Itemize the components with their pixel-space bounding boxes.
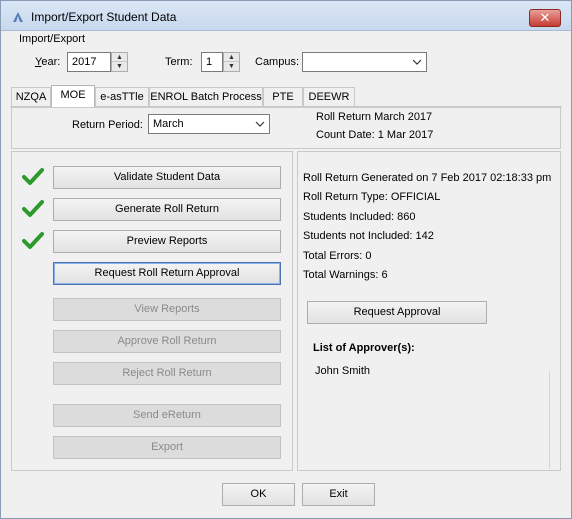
request-approval-button[interactable]: Request Approval (307, 301, 487, 324)
year-label: Year: (35, 56, 61, 68)
spin-up-icon[interactable]: ▲ (224, 53, 239, 62)
ok-button[interactable]: OK (222, 483, 295, 506)
approver-item: John Smith (315, 365, 371, 377)
return-period-label: Return Period: (72, 119, 143, 131)
spin-up-icon[interactable]: ▲ (112, 53, 127, 62)
window-title: Import/Export Student Data (31, 10, 177, 24)
year-input[interactable]: 2017 (67, 52, 111, 72)
tab-deewr[interactable]: DEEWR (303, 87, 355, 106)
validate-student-data-button[interactable]: Validate Student Data (53, 166, 281, 189)
campus-select[interactable] (302, 52, 427, 72)
tab-enrol-batch-process[interactable]: ENROL Batch Process (149, 87, 263, 106)
preview-reports-button[interactable]: Preview Reports (53, 230, 281, 253)
tab-moe[interactable]: MOE (51, 85, 95, 107)
roll-return-type: Roll Return Type: OFFICIAL (303, 191, 441, 203)
spin-down-icon[interactable]: ▼ (112, 62, 127, 71)
checkmark-icon (22, 200, 44, 217)
spin-down-icon[interactable]: ▼ (224, 62, 239, 71)
exit-button[interactable]: Exit (302, 483, 375, 506)
approvers-heading: List of Approver(s): (313, 342, 415, 354)
term-label-text: Term: (165, 56, 193, 68)
return-period-value: March (153, 118, 184, 130)
reject-roll-return-button[interactable]: Reject Roll Return (53, 362, 281, 385)
checkmark-icon (22, 168, 44, 185)
export-button[interactable]: Export (53, 436, 281, 459)
campus-label: Campus: (255, 56, 300, 68)
chevron-down-icon (255, 121, 265, 127)
tab-e-asttle[interactable]: e-asTTle (95, 87, 149, 106)
checkmark-icon (22, 232, 44, 249)
generate-roll-return-button[interactable]: Generate Roll Return (53, 198, 281, 221)
students-not-included: Students not Included: 142 (303, 230, 434, 242)
total-warnings: Total Warnings: 6 (303, 269, 388, 281)
year-label-text: ear: (41, 56, 61, 68)
status-panel-scroll-edge (549, 371, 550, 469)
roll-return-generated: Roll Return Generated on 7 Feb 2017 02:1… (303, 172, 552, 184)
view-reports-button[interactable]: View Reports (53, 298, 281, 321)
count-date: Count Date: 1 Mar 2017 (316, 129, 434, 141)
term-input[interactable]: 1 (201, 52, 223, 72)
tab-pte[interactable]: PTE (263, 87, 303, 106)
send-ereturn-button[interactable]: Send eReturn (53, 404, 281, 427)
term-label: Term: (165, 56, 193, 68)
title-bar[interactable]: Import/Export Student Data ✕ (1, 1, 571, 31)
group-label: Import/Export (19, 33, 86, 45)
term-spinner[interactable]: ▲ ▼ (223, 52, 240, 72)
chevron-down-icon (412, 59, 422, 65)
students-included: Students Included: 860 (303, 211, 416, 223)
approve-roll-return-button[interactable]: Approve Roll Return (53, 330, 281, 353)
app-icon (13, 12, 23, 22)
tab-nzqa[interactable]: NZQA (11, 87, 51, 106)
close-icon[interactable]: ✕ (529, 9, 561, 27)
return-period-select[interactable]: March (148, 114, 270, 134)
import-export-window: Import/Export Student Data ✕ Import/Expo… (0, 0, 572, 519)
year-spinner[interactable]: ▲ ▼ (111, 52, 128, 72)
total-errors: Total Errors: 0 (303, 250, 372, 262)
roll-return-title: Roll Return March 2017 (316, 111, 433, 123)
request-roll-return-approval-button[interactable]: Request Roll Return Approval (53, 262, 281, 285)
